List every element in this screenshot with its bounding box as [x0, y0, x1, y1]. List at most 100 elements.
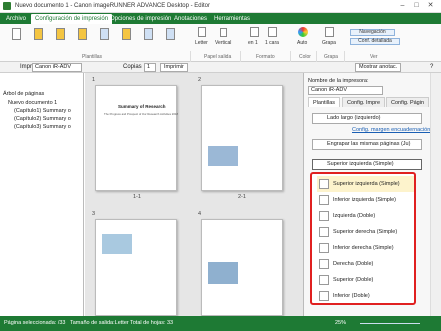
paper-size-button[interactable]: Letter	[195, 40, 208, 46]
detailed-settings-button[interactable]: Conf. detallada	[350, 38, 400, 45]
page-subtitle-text: The Progress and Prospect of Our Researc…	[104, 112, 178, 116]
dropdown-item-label: Izquierda (Doble)	[333, 213, 376, 219]
collate-select[interactable]: Engrapar las mismas páginas (Ju)	[312, 139, 422, 150]
template-4-icon[interactable]	[78, 28, 87, 40]
page-thumbnail[interactable]	[201, 85, 283, 191]
dropdown-item-label: Derecha (Doble)	[333, 261, 374, 267]
staple-position-icon	[319, 179, 329, 189]
tab-opciones-impresion[interactable]: Opciones de impresión	[106, 14, 175, 24]
orientation-icon	[220, 28, 227, 37]
dropdown-item-inferior-derecha-simple[interactable]: Inferior derecha (Simple)	[317, 240, 414, 256]
help-icon[interactable]: ?	[430, 64, 433, 70]
dropdown-item-superior-izquierda-simple[interactable]: Superior izquierda (Simple)	[317, 176, 414, 192]
staple-position-icon	[319, 195, 329, 205]
pages-per-sheet-button[interactable]: en 1	[248, 40, 258, 46]
status-bar: Página seleccionada: /33 Tamaño de salid…	[0, 316, 441, 331]
printer-select[interactable]: Canon iR-ADV	[32, 63, 82, 72]
page-thumbnail[interactable]	[95, 219, 177, 316]
tree-root[interactable]: Nuevo documento 1	[8, 100, 57, 106]
print-toolbar: Impr Canon iR-ADV Copias 1 Imprimir Most…	[0, 62, 441, 73]
paper-size-icon	[198, 27, 206, 37]
page-photo	[102, 234, 132, 254]
dropdown-item-superior-derecha-simple[interactable]: Superior derecha (Simple)	[317, 224, 414, 240]
template-2-icon[interactable]	[34, 28, 43, 40]
output-size-status: Tamaño de salida:Letter	[70, 320, 129, 326]
window-title: Nuevo documento 1 - Canon imageRUNNER AD…	[15, 3, 210, 9]
tree-item[interactable]: (Capítulo1) Summary o	[14, 108, 71, 114]
page-number: 4	[198, 211, 202, 217]
zoom-level: 25%	[335, 320, 347, 326]
staple-position-icon	[319, 291, 329, 301]
group-papel-salida-label: Papel salida	[204, 54, 232, 60]
copies-input[interactable]: 1	[144, 63, 156, 72]
printer-name-select[interactable]: Canon iR-ADV	[308, 86, 383, 95]
printer-label: Impr	[20, 64, 32, 70]
minimize-button[interactable]: –	[397, 1, 408, 11]
tab-archivo[interactable]: Archivo	[2, 14, 30, 24]
close-button[interactable]: ✕	[425, 1, 436, 11]
title-bar: Nuevo documento 1 - Canon imageRUNNER AD…	[0, 0, 441, 13]
staple-position-icon	[319, 259, 329, 269]
template-8-icon[interactable]	[166, 28, 175, 40]
print-button[interactable]: Imprimir	[160, 63, 188, 72]
page-number: 3	[92, 211, 96, 217]
staple-position-icon	[319, 227, 329, 237]
page-label: 1-1	[133, 194, 141, 200]
dropdown-item-derecha-doble[interactable]: Derecha (Doble)	[317, 256, 414, 272]
staple-position-icon	[319, 211, 329, 221]
group-ver-label: Ver	[370, 54, 378, 60]
tab-config-pagin[interactable]: Config. Págin	[386, 97, 430, 107]
dropdown-item-izquierda-doble[interactable]: Izquierda (Doble)	[317, 208, 414, 224]
template-1-icon[interactable]	[12, 28, 21, 40]
staple-button[interactable]: Grapa	[322, 40, 336, 46]
color-button[interactable]: Auto	[297, 40, 307, 46]
printer-name-label: Nombre de la impresora:	[308, 78, 369, 84]
tab-herramientas[interactable]: Herramientas	[210, 14, 254, 24]
dropdown-item-inferior-izquierda-simple[interactable]: Inferior izquierda (Simple)	[317, 192, 414, 208]
staple-position-icon	[319, 243, 329, 253]
tab-plantillas[interactable]: Plantillas	[308, 97, 341, 107]
binding-select[interactable]: Lado largo (izquierdo)	[312, 113, 422, 124]
template-7-icon[interactable]	[144, 28, 153, 40]
page-photo	[208, 146, 238, 166]
tree-item[interactable]: (Capítulo2) Summary o	[14, 116, 71, 122]
dropdown-item-label: Superior (Doble)	[333, 277, 374, 283]
staple-position-dropdown: Superior izquierda (Simple) Inferior izq…	[310, 172, 416, 305]
page-thumbnail[interactable]	[201, 219, 283, 316]
template-5-icon[interactable]	[100, 28, 109, 40]
tab-anotaciones[interactable]: Anotaciones	[170, 14, 211, 24]
binding-margin-link[interactable]: Config. margen encuadernación	[352, 127, 430, 133]
page-thumbnail[interactable]: Summary of Research The Progress and Pro…	[95, 85, 178, 191]
tree-item[interactable]: (Capítulo3) Summary o	[14, 124, 71, 130]
duplex-icon	[268, 27, 277, 37]
group-plantillas-label: Plantillas	[82, 54, 103, 60]
show-annotations-button[interactable]: Mostrar anotac.	[355, 63, 402, 72]
color-icon	[298, 27, 308, 37]
page-tree-pane: Árbol de páginas Nuevo documento 1 (Capí…	[0, 73, 84, 316]
app-icon	[3, 2, 11, 10]
tab-config-impre[interactable]: Config. Impre	[342, 97, 386, 107]
page-title-text: Summary of Research	[118, 104, 166, 109]
pages-per-sheet-icon	[250, 27, 259, 37]
duplex-button[interactable]: 1 cara	[265, 40, 279, 46]
group-color-label: Color	[299, 54, 311, 60]
tab-configuracion-impresion[interactable]: Configuración de impresión	[31, 14, 113, 24]
maximize-button[interactable]: □	[411, 1, 422, 11]
group-grapa-label: Grapa	[324, 54, 338, 60]
staple-position-select[interactable]: Superior izquierda (Simple)	[312, 159, 422, 170]
template-6-icon[interactable]	[122, 28, 131, 40]
template-3-icon[interactable]	[56, 28, 65, 40]
page-number: 1	[92, 77, 96, 83]
vertical-scrollbar[interactable]	[430, 73, 441, 316]
dropdown-item-inferior-doble[interactable]: Inferior (Doble)	[317, 288, 414, 303]
staple-position-icon	[319, 275, 329, 285]
total-sheets-status: Total de hojas: 33	[130, 320, 174, 326]
staple-icon	[325, 27, 334, 37]
copies-label: Copias	[123, 64, 142, 70]
navigation-button[interactable]: Navegación	[350, 29, 395, 36]
zoom-slider[interactable]	[360, 323, 420, 324]
orientation-button[interactable]: Vertical	[215, 40, 231, 46]
dropdown-item-superior-doble[interactable]: Superior (Doble)	[317, 272, 414, 288]
selected-pages-status: Página seleccionada: /33	[4, 320, 66, 326]
ribbon-tabs: Archivo Configuración de impresión Opcio…	[0, 13, 441, 24]
